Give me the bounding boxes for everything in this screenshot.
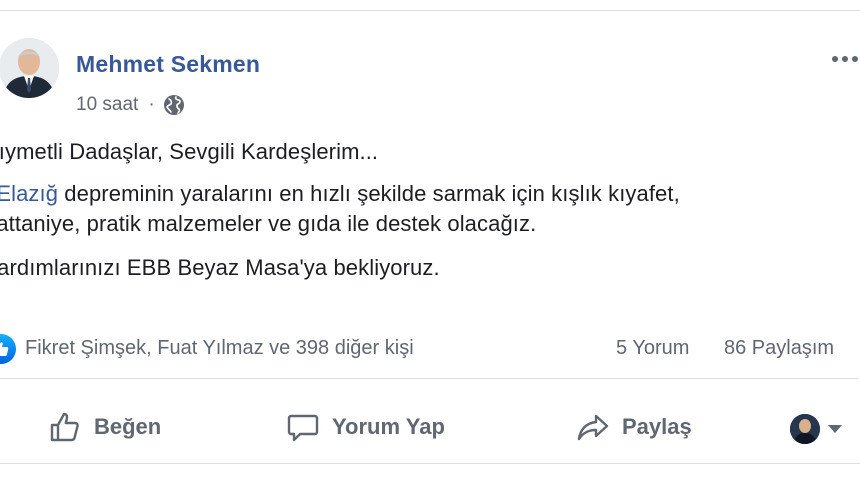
more-options-icon[interactable] (832, 49, 860, 69)
reactions-bar: Fikret Şimşek, Fuat Yılmaz ve 398 diğer … (0, 333, 860, 367)
post-meta: 10 saat · (76, 93, 185, 117)
like-reaction-icon[interactable] (0, 334, 16, 364)
author-name[interactable]: Mehmet Sekmen (76, 51, 260, 78)
author-avatar[interactable] (0, 38, 59, 98)
speech-bubble-icon (286, 410, 320, 444)
post-timestamp[interactable]: 10 saat (76, 94, 138, 116)
chevron-down-icon (828, 425, 842, 433)
post-card: Mehmet Sekmen 10 saat · Kıymetli Dadaşla… (0, 10, 860, 464)
post-line-3: battaniye, pratik malzemeler ve gıda ile… (0, 211, 537, 236)
comment-button[interactable]: Yorum Yap (286, 397, 445, 457)
share-label: Paylaş (622, 414, 692, 439)
likers-link[interactable]: Fikret Şimşek, Fuat Yılmaz ve 398 diğer … (25, 337, 414, 360)
actions-divider (0, 378, 858, 379)
hashtag-link[interactable]: #Elazığ (0, 181, 58, 206)
post-line-2-text: depreminin yaralarını en hızlı şekilde s… (58, 181, 680, 206)
share-arrow-icon (576, 410, 610, 444)
thumbs-up-icon (48, 410, 82, 444)
share-button[interactable]: Paylaş (576, 397, 692, 457)
meta-separator: · (148, 94, 155, 115)
post-line-2: #Elazığ depreminin yaralarını en hızlı ş… (0, 179, 860, 209)
shares-count-link[interactable]: 86 Paylaşım (724, 337, 834, 360)
post-line-1: Kıymetli Dadaşlar, Sevgili Kardeşlerim..… (0, 139, 379, 164)
author-portrait-icon (0, 38, 59, 98)
post-as-selector[interactable] (790, 414, 842, 444)
like-label: Beğen (94, 414, 162, 439)
comments-count-link[interactable]: 5 Yorum (616, 337, 689, 360)
globe-icon[interactable] (163, 94, 185, 116)
post-actions: Beğen Yorum Yap Paylaş (0, 397, 858, 457)
post-line-4: Yardımlarınızı EBB Beyaz Masa'ya bekliyo… (0, 255, 440, 280)
post-body: Kıymetli Dadaşlar, Sevgili Kardeşlerim..… (0, 137, 860, 283)
like-button[interactable]: Beğen (48, 397, 161, 457)
comment-label: Yorum Yap (332, 414, 445, 439)
page-avatar-icon (790, 414, 820, 444)
